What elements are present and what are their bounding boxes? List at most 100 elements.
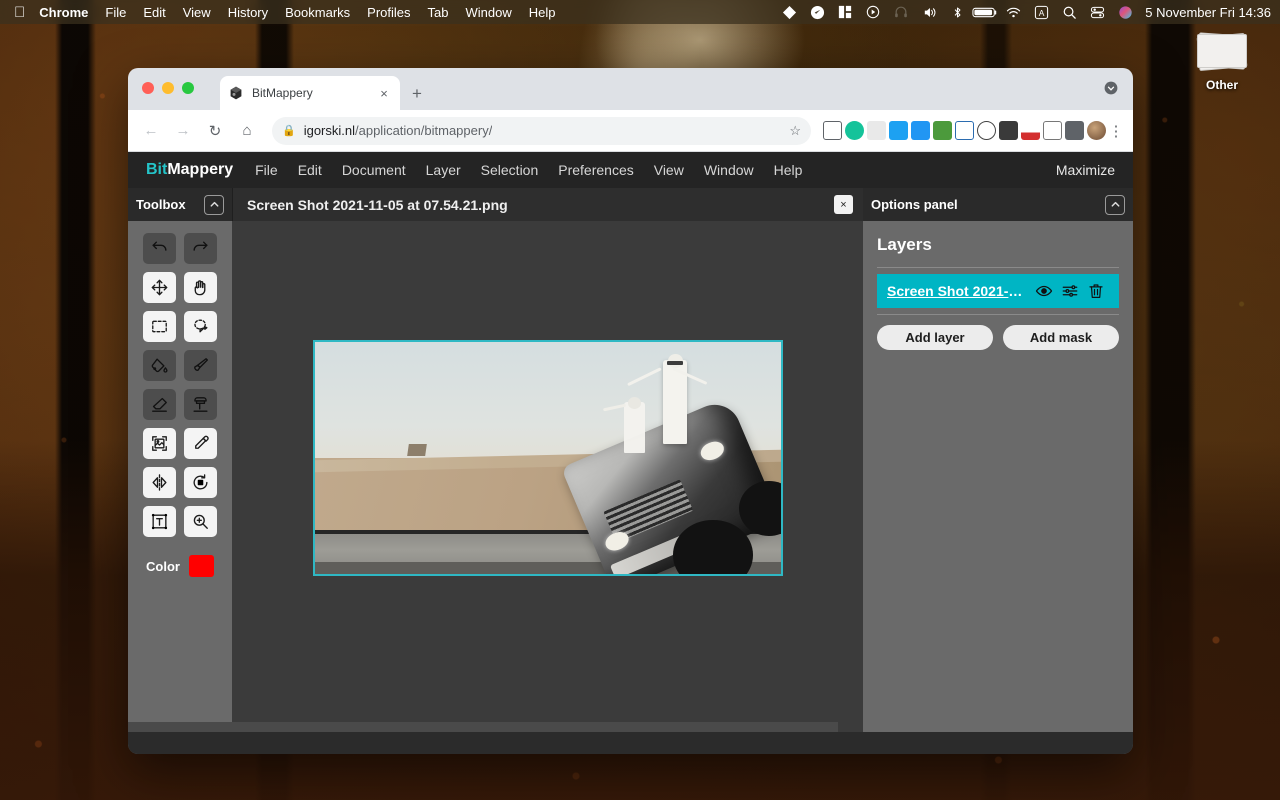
lasso-select-tool[interactable]: [184, 311, 217, 342]
reload-button[interactable]: ↻: [202, 118, 228, 144]
layer-list-item[interactable]: Screen Shot 2021-1…: [877, 274, 1119, 308]
layer-action-buttons: Add layer Add mask: [877, 325, 1119, 350]
forward-button[interactable]: →: [170, 118, 196, 144]
home-button[interactable]: ⌂: [234, 118, 260, 144]
desktop-icon-label: Other: [1205, 78, 1238, 92]
close-window-button[interactable]: [142, 82, 154, 94]
layer-name[interactable]: Screen Shot 2021-1…: [887, 283, 1025, 299]
rectangle-select-tool[interactable]: [143, 311, 176, 342]
languagetool-icon[interactable]: [955, 121, 974, 140]
hand-tool[interactable]: [184, 272, 217, 303]
window-resizer-icon[interactable]: [911, 121, 930, 140]
menubar-item-file[interactable]: File: [105, 5, 126, 20]
clone-stamp-tool[interactable]: [184, 389, 217, 420]
menubar-item-tab[interactable]: Tab: [428, 5, 449, 20]
profile-avatar[interactable]: [1087, 121, 1106, 140]
close-tab-icon[interactable]: ×: [376, 87, 392, 100]
text-tool[interactable]: [143, 506, 176, 537]
puzzle-extensions-icon[interactable]: [1065, 121, 1084, 140]
address-bar[interactable]: 🔒 igorski.nl/application/bitmappery/ ☆: [272, 116, 811, 145]
grid-layout-icon[interactable]: [831, 5, 859, 19]
new-tab-button[interactable]: +: [412, 85, 422, 102]
menubar-item-window[interactable]: Window: [466, 5, 512, 20]
grammarly-icon[interactable]: [845, 121, 864, 140]
close-document-button[interactable]: ×: [834, 195, 853, 214]
canvas-viewport[interactable]: [232, 221, 863, 754]
filters-sliders-icon[interactable]: [1057, 282, 1083, 300]
reading-list-icon[interactable]: [823, 121, 842, 140]
app-menu-edit[interactable]: Edit: [298, 162, 322, 178]
mirror-tool[interactable]: [143, 467, 176, 498]
app-menu-window[interactable]: Window: [704, 162, 754, 178]
search-icon[interactable]: [1055, 5, 1083, 20]
app-logo[interactable]: BitMappery: [146, 161, 233, 179]
chevron-up-icon[interactable]: [204, 194, 224, 215]
horizontal-scrollbar[interactable]: [128, 722, 838, 732]
wifi-icon[interactable]: [999, 5, 1027, 20]
fill-tool[interactable]: [143, 350, 176, 381]
minimize-window-button[interactable]: [162, 82, 174, 94]
battery-icon[interactable]: [971, 6, 999, 19]
menubar-item-chrome[interactable]: Chrome: [39, 5, 88, 20]
maximize-window-button[interactable]: [182, 82, 194, 94]
browser-tab-bitmappery[interactable]: BitMappery ×: [220, 76, 400, 110]
bug-icon[interactable]: [867, 121, 886, 140]
app-menu-view[interactable]: View: [654, 162, 684, 178]
play-circle-icon[interactable]: [859, 5, 887, 19]
eraser-tool[interactable]: [143, 389, 176, 420]
twitter-icon[interactable]: [889, 121, 908, 140]
kebab-menu-icon[interactable]: ⋮: [1109, 118, 1124, 144]
app-menu-layer[interactable]: Layer: [426, 162, 461, 178]
rotate-tool[interactable]: [184, 467, 217, 498]
menubar-item-profiles[interactable]: Profiles: [367, 5, 410, 20]
chevron-up-icon[interactable]: [1105, 194, 1125, 215]
options-panel-title: Options panel: [871, 197, 958, 212]
menubar-item-view[interactable]: View: [183, 5, 211, 20]
bluetooth-icon[interactable]: [943, 6, 971, 19]
control-center-icon[interactable]: [1083, 5, 1111, 20]
add-layer-button[interactable]: Add layer: [877, 325, 993, 350]
menubar-item-help[interactable]: Help: [529, 5, 556, 20]
camera-icon[interactable]: [999, 121, 1018, 140]
color-swatch[interactable]: [188, 555, 214, 577]
redo-tool[interactable]: [184, 233, 217, 264]
document-canvas[interactable]: [312, 339, 783, 576]
eyedropper-tool[interactable]: [184, 428, 217, 459]
headphones-icon[interactable]: [887, 5, 915, 19]
maximize-link[interactable]: Maximize: [1056, 162, 1115, 178]
desktop-icon-other[interactable]: Other: [1186, 30, 1258, 92]
zoom-tool[interactable]: [184, 506, 217, 537]
tool-grid: [128, 221, 232, 537]
scale-tool[interactable]: [143, 428, 176, 459]
input-source-a-icon[interactable]: A: [1027, 5, 1055, 20]
delete-trash-icon[interactable]: [1083, 282, 1109, 300]
screenshot-icon[interactable]: [933, 121, 952, 140]
app-menu-help[interactable]: Help: [774, 162, 803, 178]
apple-logo-icon[interactable]: : [14, 5, 25, 20]
menubar-item-edit[interactable]: Edit: [143, 5, 165, 20]
app-menu-selection[interactable]: Selection: [481, 162, 539, 178]
add-mask-button[interactable]: Add mask: [1003, 325, 1119, 350]
volume-icon[interactable]: [915, 5, 943, 20]
url-path: /application/bitmappery/: [355, 123, 493, 138]
siri-icon[interactable]: [1111, 5, 1139, 20]
chrome-sync-icon[interactable]: [1103, 80, 1119, 96]
brush-tool[interactable]: [184, 350, 217, 381]
search-tool-icon[interactable]: [977, 121, 996, 140]
app-menu-preferences[interactable]: Preferences: [558, 162, 633, 178]
move-tool[interactable]: [143, 272, 176, 303]
app-menu-document[interactable]: Document: [342, 162, 406, 178]
visibility-eye-icon[interactable]: [1031, 282, 1057, 300]
diamond-icon[interactable]: [775, 5, 803, 20]
bookmark-star-icon[interactable]: ☆: [789, 123, 801, 139]
menubar-item-bookmarks[interactable]: Bookmarks: [285, 5, 350, 20]
qr-code-icon[interactable]: [1043, 121, 1062, 140]
location-arrow-icon[interactable]: [803, 5, 831, 20]
undo-tool[interactable]: [143, 233, 176, 264]
color-label: Color: [146, 558, 180, 574]
back-button[interactable]: ←: [138, 118, 164, 144]
menubar-item-history[interactable]: History: [228, 5, 268, 20]
app-menu-file[interactable]: File: [255, 162, 278, 178]
checkmark-icon[interactable]: [1021, 121, 1040, 140]
menubar-clock[interactable]: 5 November Fri 14:36: [1145, 5, 1271, 20]
